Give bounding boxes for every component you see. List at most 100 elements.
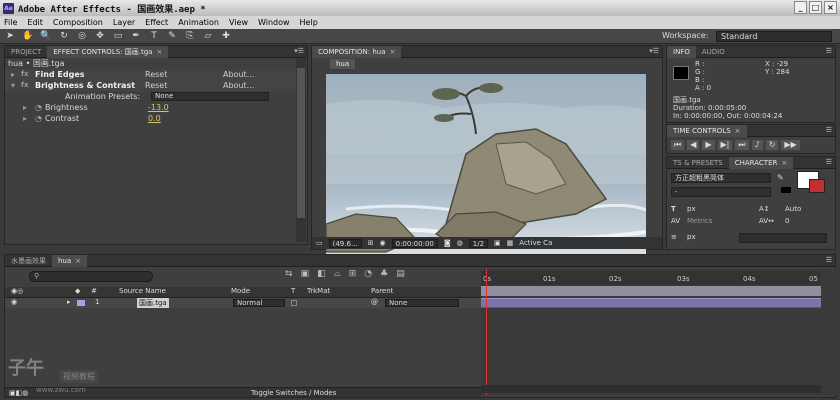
panel-menu-icon[interactable]: ☰ bbox=[826, 158, 832, 166]
rotate-tool-icon[interactable]: ↻ bbox=[58, 31, 70, 42]
contrast-value[interactable]: 0.0 bbox=[148, 113, 161, 124]
font-size-value[interactable]: px bbox=[687, 205, 696, 215]
zoom-select[interactable]: (49.6... bbox=[328, 238, 362, 248]
tab-audio[interactable]: AUDIO bbox=[696, 46, 731, 58]
col-parent[interactable]: Parent bbox=[371, 287, 393, 295]
effect-brightness-contrast[interactable]: ▾ fx Brightness & Contrast Reset About..… bbox=[5, 80, 307, 91]
time-ruler[interactable]: 0s 01s 02s 03s 04s 05 bbox=[481, 271, 821, 285]
col-trkmat[interactable]: TrkMat bbox=[307, 287, 330, 295]
close-icon[interactable]: × bbox=[781, 159, 787, 167]
font-family-select[interactable]: 方正超粗黑简体 bbox=[671, 173, 771, 183]
last-frame-icon[interactable]: ⏭ bbox=[735, 140, 749, 150]
tab-comp-ink[interactable]: 水墨画效果 bbox=[5, 255, 52, 267]
tab-comp-hua[interactable]: hua × bbox=[52, 254, 88, 267]
workspace-select[interactable]: Standard bbox=[716, 31, 832, 42]
first-frame-icon[interactable]: ⏮ bbox=[671, 140, 685, 150]
panel-menu-icon[interactable]: ☰ bbox=[826, 47, 832, 55]
loop-icon[interactable]: ↻ bbox=[765, 140, 779, 150]
tab-time-controls[interactable]: TIME CONTROLS × bbox=[667, 124, 747, 137]
stopwatch-icon[interactable]: ◔ bbox=[35, 113, 42, 124]
live-update-icon[interactable]: ▣ bbox=[301, 269, 310, 279]
effect-find-edges[interactable]: ▸ fx Find Edges Reset About... bbox=[5, 69, 307, 80]
layer-switches-icon[interactable]: ▣◧◍ bbox=[9, 389, 28, 397]
brush-tool-icon[interactable]: ✎ bbox=[166, 31, 178, 42]
pen-tool-icon[interactable]: ✒ bbox=[130, 31, 142, 42]
leading-value[interactable]: Auto bbox=[785, 205, 801, 215]
draft-3d-icon[interactable]: ◧ bbox=[317, 269, 326, 279]
stroke-style-select[interactable] bbox=[739, 233, 827, 243]
transparency-grid-icon[interactable]: ▦ bbox=[507, 239, 514, 247]
parent-select[interactable]: None bbox=[385, 299, 459, 307]
comp-subtab[interactable]: hua bbox=[330, 59, 356, 69]
timeline-zoom-slider[interactable] bbox=[481, 385, 821, 393]
reset-link[interactable]: Reset bbox=[145, 69, 167, 80]
panel-menu-icon[interactable]: ☰ bbox=[826, 256, 832, 264]
expand-triangle-icon[interactable]: ▸ bbox=[67, 298, 71, 306]
orbit-camera-tool-icon[interactable]: ◎ bbox=[76, 31, 88, 42]
label-color-swatch[interactable] bbox=[77, 300, 85, 306]
menu-effect[interactable]: Effect bbox=[145, 18, 168, 27]
vertical-scrollbar[interactable] bbox=[296, 58, 306, 242]
kerning-value[interactable]: Metrics bbox=[687, 217, 712, 227]
menu-file[interactable]: File bbox=[4, 18, 17, 27]
selection-tool-icon[interactable]: ➤ bbox=[4, 31, 16, 42]
col-mode[interactable]: Mode bbox=[231, 287, 250, 295]
prev-frame-icon[interactable]: ◀ bbox=[687, 140, 700, 150]
audio-icon[interactable]: ♪ bbox=[751, 140, 763, 150]
scrollbar-thumb[interactable] bbox=[297, 68, 305, 218]
tab-composition[interactable]: COMPOSITION: hua × bbox=[312, 45, 402, 58]
camera-icon[interactable]: ◉ bbox=[380, 239, 386, 247]
menu-animation[interactable]: Animation bbox=[178, 18, 219, 27]
clone-stamp-tool-icon[interactable]: ⎘ bbox=[184, 31, 196, 42]
next-frame-icon[interactable]: ▶| bbox=[717, 140, 733, 150]
menu-help[interactable]: Help bbox=[300, 18, 318, 27]
brainstorm-icon[interactable]: ♣ bbox=[380, 269, 388, 279]
composition-viewer[interactable] bbox=[326, 74, 646, 254]
layer-row[interactable]: ◉ ▸ 1 国画.tga Normal @ None bbox=[5, 298, 481, 308]
tab-effects-presets[interactable]: TS & PRESETS bbox=[667, 157, 729, 169]
close-icon[interactable]: × bbox=[75, 257, 81, 265]
col-source-name[interactable]: Source Name bbox=[119, 287, 166, 295]
menu-composition[interactable]: Composition bbox=[53, 18, 103, 27]
menu-edit[interactable]: Edit bbox=[27, 18, 43, 27]
tab-character[interactable]: CHARACTER × bbox=[728, 156, 794, 169]
tab-info[interactable]: INFO bbox=[667, 45, 696, 58]
channel-icon[interactable]: ◍ bbox=[457, 239, 463, 247]
layer-duration-bar[interactable] bbox=[481, 298, 821, 308]
close-icon[interactable]: × bbox=[735, 127, 741, 135]
comp-mini-flowchart-icon[interactable]: ⇆ bbox=[285, 269, 293, 279]
region-icon[interactable]: ▣ bbox=[494, 239, 501, 247]
monitor-icon[interactable]: ▭ bbox=[316, 239, 323, 247]
close-button[interactable]: × bbox=[824, 1, 837, 14]
snapshot-icon[interactable]: ◙ bbox=[444, 239, 451, 247]
font-style-select[interactable]: - bbox=[671, 187, 771, 197]
motion-blur-icon[interactable]: ◔ bbox=[364, 269, 372, 279]
fx-badge-icon[interactable]: fx bbox=[21, 80, 29, 91]
puppet-tool-icon[interactable]: ✚ bbox=[220, 31, 232, 42]
frame-blending-icon[interactable]: ⊞ bbox=[349, 269, 357, 279]
reset-link[interactable]: Reset bbox=[145, 80, 167, 91]
play-icon[interactable]: ▶ bbox=[702, 140, 715, 150]
tracking-value[interactable]: 0 bbox=[785, 217, 789, 227]
expand-triangle-icon[interactable]: ▾ bbox=[11, 80, 15, 91]
panel-menu-icon[interactable]: ▾☰ bbox=[294, 47, 304, 55]
minimize-button[interactable]: _ bbox=[794, 1, 807, 14]
preserve-transparency-checkbox[interactable] bbox=[291, 300, 297, 306]
timecode-display[interactable]: 0:00:00:00 bbox=[391, 238, 438, 248]
hide-shy-icon[interactable]: ⌓ bbox=[334, 269, 341, 279]
stroke-color-swatch[interactable] bbox=[809, 179, 825, 193]
resolution-select[interactable]: 1/2 bbox=[468, 238, 489, 248]
hand-tool-icon[interactable]: ✋ bbox=[22, 31, 34, 42]
stroke-width-value[interactable]: px bbox=[687, 233, 696, 243]
ram-preview-icon[interactable]: ▶▶ bbox=[781, 140, 800, 150]
work-area-bar[interactable] bbox=[481, 286, 821, 296]
pan-behind-tool-icon[interactable]: ✥ bbox=[94, 31, 106, 42]
text-tool-icon[interactable]: T bbox=[148, 31, 160, 42]
brightness-value[interactable]: -13.0 bbox=[148, 102, 169, 113]
blend-mode-select[interactable]: Normal bbox=[233, 299, 285, 307]
menu-window[interactable]: Window bbox=[258, 18, 290, 27]
pickwhip-icon[interactable]: @ bbox=[371, 298, 378, 306]
black-swatch[interactable] bbox=[781, 187, 791, 193]
layer-name[interactable]: 国画.tga bbox=[137, 298, 169, 308]
panel-menu-icon[interactable]: ☰ bbox=[826, 126, 832, 134]
